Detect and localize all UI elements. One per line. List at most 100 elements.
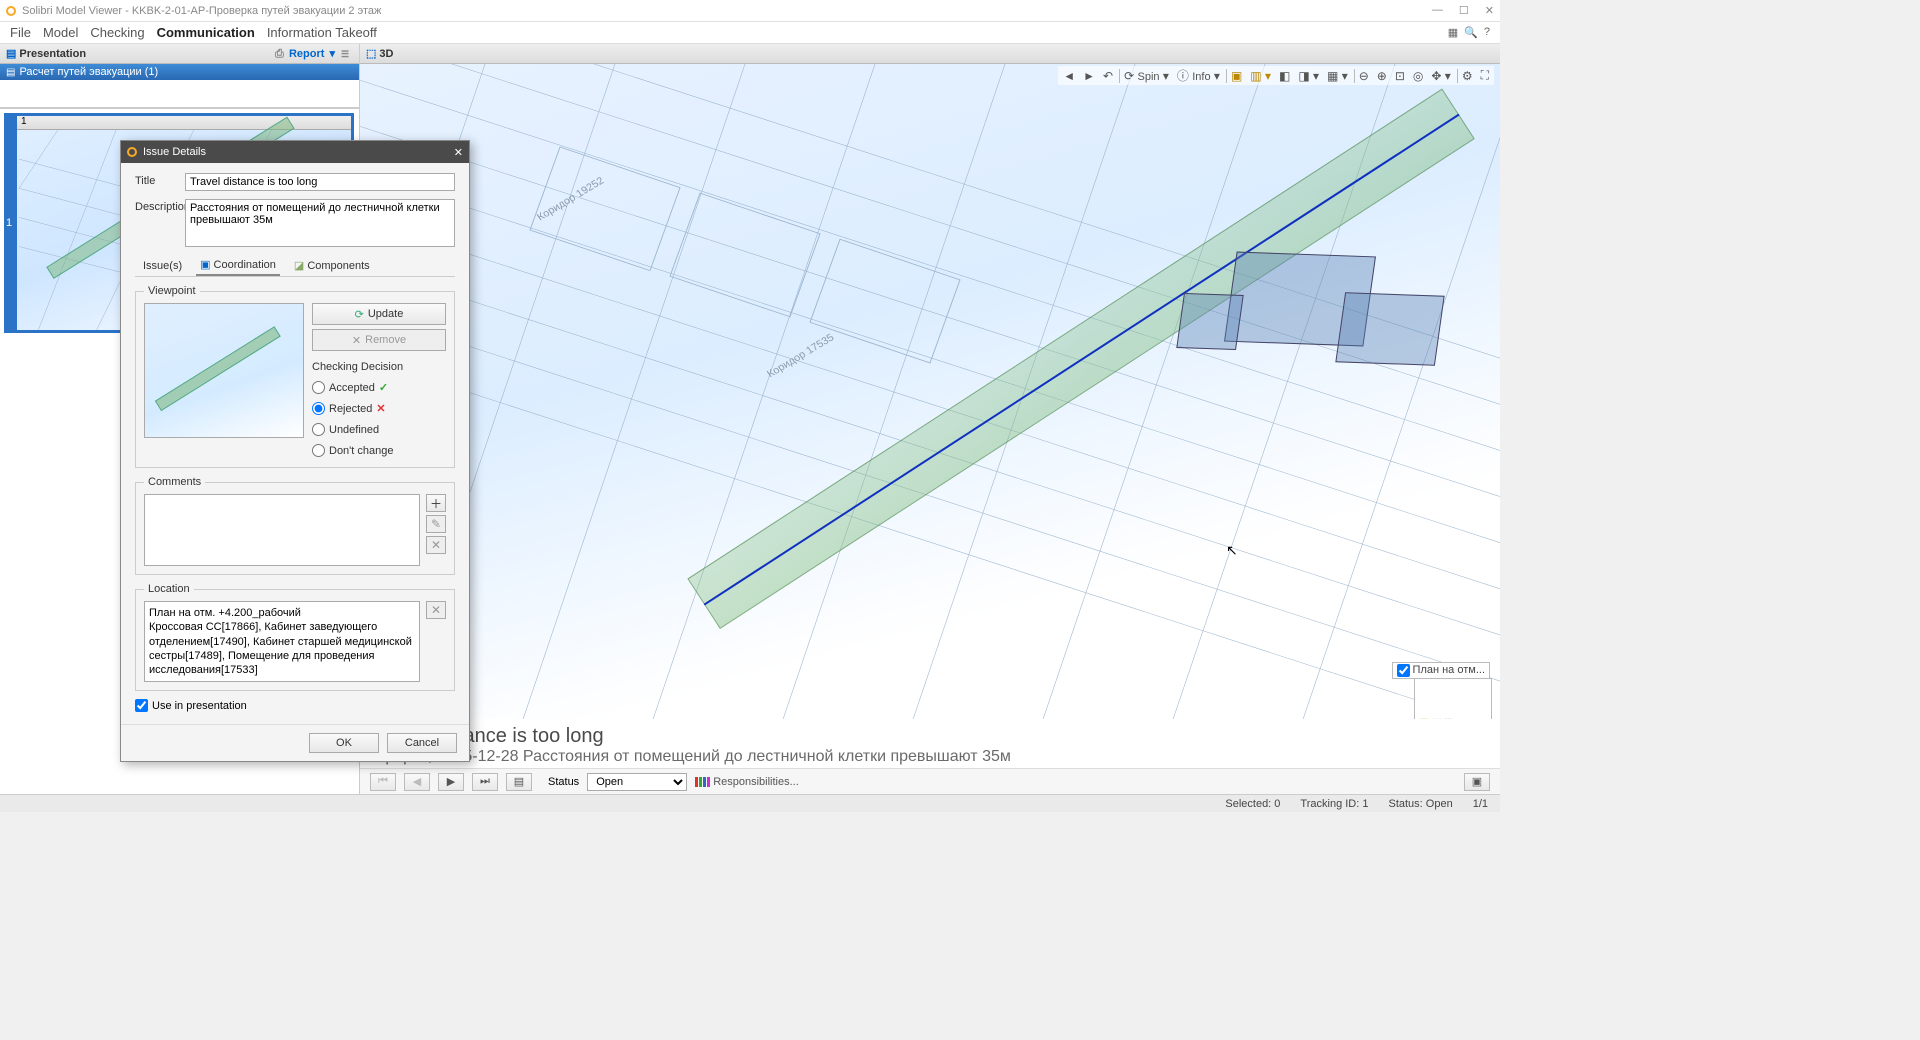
comments-legend: Comments bbox=[144, 476, 205, 488]
maximize-button[interactable]: ☐ bbox=[1459, 4, 1469, 17]
remove-button[interactable]: ✕Remove bbox=[312, 329, 446, 351]
add-comment-button[interactable]: ＋ bbox=[426, 494, 446, 512]
presentation-header: Presentation bbox=[19, 48, 86, 60]
mini-plan-panel[interactable]: ◪ ⬚ ⊡ bbox=[1414, 678, 1492, 719]
status-selected: Selected: 0 bbox=[1225, 798, 1280, 810]
nav-back-icon[interactable]: ◄ bbox=[1061, 69, 1077, 83]
viewpoint-legend: Viewpoint bbox=[144, 285, 200, 297]
mini-icon-3[interactable]: ⊡ bbox=[1444, 716, 1453, 719]
list-view-button[interactable]: ▤ bbox=[506, 773, 532, 791]
prev-slide-button[interactable]: ◀ bbox=[404, 773, 430, 791]
3d-viewport[interactable]: ◄ ► ↶ ⟳ Spin ▾ ⓘ Info ▾ ▣ ▥ ▾ ◧ ◨ ▾ ▦ ▾ … bbox=[360, 64, 1500, 719]
undo-icon[interactable]: ↶ bbox=[1101, 69, 1115, 83]
update-button[interactable]: ⟳Update bbox=[312, 303, 446, 325]
menu-communication[interactable]: Communication bbox=[157, 25, 255, 40]
zoom-out-icon[interactable]: ⊖ bbox=[1354, 69, 1371, 83]
dialog-title: Issue Details bbox=[143, 146, 206, 158]
delete-location-button[interactable]: ✕ bbox=[426, 601, 446, 619]
layout-icon[interactable]: ▦ bbox=[1448, 26, 1458, 39]
section-icon[interactable]: ▥ ▾ bbox=[1248, 69, 1273, 83]
status-tracking: Tracking ID: 1 bbox=[1300, 798, 1368, 810]
title-input[interactable] bbox=[185, 173, 455, 191]
ok-button[interactable]: OK bbox=[309, 733, 379, 753]
dialog-close-button[interactable]: ✕ bbox=[454, 146, 463, 159]
comments-textarea[interactable] bbox=[144, 494, 420, 566]
nav-fwd-icon[interactable]: ► bbox=[1081, 69, 1097, 83]
first-slide-button[interactable]: ⏮ bbox=[370, 773, 396, 791]
svg-text:Коридор 19252: Коридор 19252 bbox=[535, 175, 607, 223]
room-volume-3 bbox=[1176, 293, 1243, 350]
use-in-presentation[interactable]: Use in presentation bbox=[135, 699, 455, 712]
title-label: Title bbox=[135, 173, 185, 187]
dialog-app-icon bbox=[127, 147, 137, 157]
filter-icon[interactable] bbox=[341, 48, 353, 60]
room-volume-2 bbox=[1335, 292, 1444, 365]
expand-icon[interactable]: ⛶ bbox=[1479, 68, 1491, 83]
status-select[interactable]: Open bbox=[587, 773, 687, 791]
presentation-item[interactable]: Расчет путей эвакуации (1) bbox=[0, 64, 359, 80]
menu-file[interactable]: File bbox=[10, 25, 31, 40]
issue-caption: Travel distance is too long a.popov, 201… bbox=[360, 719, 1500, 768]
presentation-list[interactable]: Расчет путей эвакуации (1) bbox=[0, 64, 359, 108]
minimize-button[interactable]: — bbox=[1432, 4, 1443, 17]
decision-accepted[interactable]: Accepted✓ bbox=[312, 381, 446, 394]
description-label: Description bbox=[135, 199, 185, 213]
presentation-item-label: Расчет путей эвакуации (1) bbox=[19, 66, 158, 78]
use-in-presentation-checkbox[interactable] bbox=[135, 699, 148, 712]
present-button[interactable]: ▣ bbox=[1464, 773, 1490, 791]
tab-coordination[interactable]: ▣Coordination bbox=[196, 255, 280, 276]
tool-icon-1[interactable]: ◧ bbox=[1277, 69, 1292, 83]
spin-menu[interactable]: ⟳ Spin ▾ bbox=[1119, 69, 1171, 83]
status-count: 1/1 bbox=[1473, 798, 1488, 810]
viewpoint-thumbnail[interactable] bbox=[144, 303, 304, 438]
menu-checking[interactable]: Checking bbox=[90, 25, 144, 40]
tab-components[interactable]: ◪Components bbox=[290, 255, 374, 276]
cancel-button[interactable]: Cancel bbox=[387, 733, 457, 753]
issue-details-dialog: Issue Details ✕ Title Description Рассто… bbox=[120, 140, 470, 762]
plan-checkbox[interactable] bbox=[1397, 664, 1410, 677]
plan-label-box[interactable]: План на отм... bbox=[1392, 662, 1490, 679]
decision-dontchange[interactable]: Don't change bbox=[312, 444, 446, 457]
titlebar: Solibri Model Viewer - KKBK-2-01-АР-Пров… bbox=[0, 0, 1500, 22]
slide-index-bar: 1 bbox=[4, 113, 14, 333]
tool-icon-3[interactable]: ▦ ▾ bbox=[1325, 69, 1350, 83]
tool-icon-2[interactable]: ◨ ▾ bbox=[1296, 69, 1321, 83]
app-icon bbox=[6, 6, 16, 16]
info-menu[interactable]: ⓘ Info ▾ bbox=[1175, 67, 1222, 84]
menubar: File Model Checking Communication Inform… bbox=[0, 22, 1500, 44]
status-label: Status bbox=[548, 776, 579, 788]
close-button[interactable]: ✕ bbox=[1485, 4, 1494, 17]
search-icon[interactable]: 🔍 bbox=[1464, 26, 1478, 39]
caption-title: Travel distance is too long bbox=[372, 725, 1488, 748]
location-legend: Location bbox=[144, 583, 194, 595]
menu-model[interactable]: Model bbox=[43, 25, 78, 40]
decision-rejected[interactable]: Rejected✕ bbox=[312, 402, 446, 415]
statusbar: Selected: 0 Tracking ID: 1 Status: Open … bbox=[0, 794, 1500, 812]
decision-undefined[interactable]: Undefined bbox=[312, 423, 446, 436]
last-slide-button[interactable]: ⏭ bbox=[472, 773, 498, 791]
settings-icon[interactable]: ⚙ bbox=[1457, 69, 1475, 83]
tab-issues[interactable]: Issue(s) bbox=[139, 255, 186, 276]
zoom-sel-icon[interactable]: ◎ bbox=[1411, 69, 1425, 83]
location-text: План на отм. +4.200_рабочий Кроссовая СС… bbox=[144, 601, 420, 682]
menu-information-takeoff[interactable]: Information Takeoff bbox=[267, 25, 377, 40]
delete-comment-button[interactable]: ✕ bbox=[426, 536, 446, 554]
clip-icon[interactable]: ▣ bbox=[1226, 69, 1244, 83]
status-state: Status: Open bbox=[1388, 798, 1452, 810]
mini-icon-1[interactable]: ◪ bbox=[1419, 716, 1429, 719]
next-slide-button[interactable]: ▶ bbox=[438, 773, 464, 791]
report-button[interactable]: Report ▾ bbox=[275, 47, 335, 60]
edit-comment-button[interactable]: ✎ bbox=[426, 515, 446, 533]
zoom-in-icon[interactable]: ⊕ bbox=[1375, 69, 1389, 83]
caption-subtitle: a.popov, 2015-12-28 Расстояния от помеще… bbox=[372, 748, 1488, 766]
description-textarea[interactable]: Расстояния от помещений до лестничной кл… bbox=[185, 199, 455, 247]
presentation-item-icon bbox=[6, 66, 15, 78]
app-title: Solibri Model Viewer - KKBK-2-01-АР-Пров… bbox=[22, 5, 381, 17]
svg-text:Коридор 17535: Коридор 17535 bbox=[765, 332, 837, 380]
slideshow-controls: ⏮ ◀ ▶ ⏭ ▤ Status Open Responsibilities..… bbox=[360, 768, 1500, 794]
mini-icon-2[interactable]: ⬚ bbox=[1431, 716, 1441, 719]
responsibilities-button[interactable]: Responsibilities... bbox=[695, 776, 799, 788]
help-icon[interactable]: ? bbox=[1484, 26, 1490, 39]
zoom-fit-icon[interactable]: ⊡ bbox=[1393, 69, 1407, 83]
pan-icon[interactable]: ✥ ▾ bbox=[1429, 69, 1452, 83]
